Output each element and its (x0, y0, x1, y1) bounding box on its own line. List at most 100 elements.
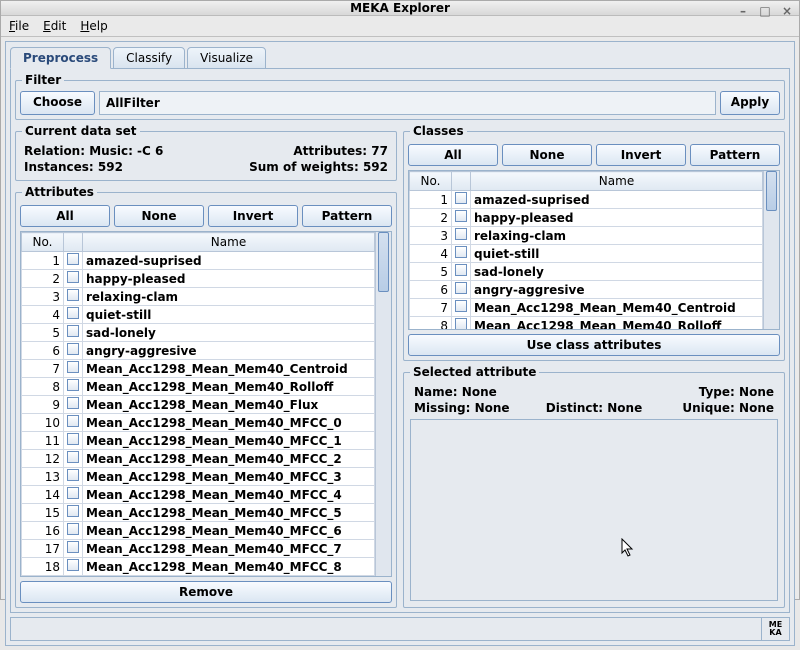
menu-help[interactable]: Help (80, 19, 107, 33)
row-checkbox[interactable] (67, 523, 79, 535)
row-checkbox[interactable] (455, 300, 467, 312)
row-number: 5 (22, 324, 64, 342)
menu-file[interactable]: File (9, 19, 29, 33)
tab-preprocess[interactable]: Preprocess (10, 47, 111, 69)
class-pattern-button[interactable]: Pattern (690, 144, 780, 166)
attr-col-check[interactable] (64, 233, 83, 252)
row-checkbox[interactable] (455, 318, 467, 329)
class-col-name[interactable]: Name (471, 172, 763, 191)
row-checkbox[interactable] (67, 469, 79, 481)
table-row[interactable]: 8Mean_Acc1298_Mean_Mem40_Rolloff (22, 378, 375, 396)
attributes-fieldset: Attributes All None Invert Pattern (15, 185, 397, 608)
row-number: 12 (22, 450, 64, 468)
tab-classify[interactable]: Classify (113, 47, 185, 69)
row-checkbox[interactable] (67, 559, 79, 571)
table-row[interactable]: 6angry-aggresive (22, 342, 375, 360)
table-row[interactable]: 7 Mean_Acc1298_Mean_Mem40_Centroid (22, 360, 375, 378)
attr-all-button[interactable]: All (20, 205, 110, 227)
class-col-check[interactable] (452, 172, 471, 191)
table-row[interactable]: 6angry-aggresive (410, 281, 763, 299)
apply-button[interactable]: Apply (720, 91, 780, 115)
row-name: Mean_Acc1298_Mean_Mem40_Rolloff (83, 378, 375, 396)
table-row[interactable]: 7Mean_Acc1298_Mean_Mem40_Centroid (410, 299, 763, 317)
row-checkbox[interactable] (455, 210, 467, 222)
table-row[interactable]: 13Mean_Acc1298_Mean_Mem40_MFCC_3 (22, 468, 375, 486)
row-name: quiet-still (83, 306, 375, 324)
row-checkbox[interactable] (455, 192, 467, 204)
row-checkbox-cell (64, 540, 83, 558)
row-checkbox[interactable] (67, 487, 79, 499)
table-row[interactable]: 5sad-lonely (22, 324, 375, 342)
tab-visualize[interactable]: Visualize (187, 47, 266, 69)
table-row[interactable]: 3relaxing-clam (22, 288, 375, 306)
table-row[interactable]: 17Mean_Acc1298_Mean_Mem40_MFCC_7 (22, 540, 375, 558)
row-name: Mean_Acc1298_Mean_Mem40_Centroid (83, 360, 375, 378)
table-row[interactable]: 5sad-lonely (410, 263, 763, 281)
table-row[interactable]: 14Mean_Acc1298_Mean_Mem40_MFCC_4 (22, 486, 375, 504)
table-row[interactable]: 15Mean_Acc1298_Mean_Mem40_MFCC_5 (22, 504, 375, 522)
row-checkbox[interactable] (455, 282, 467, 294)
row-checkbox-cell (64, 450, 83, 468)
attr-invert-button[interactable]: Invert (208, 205, 298, 227)
table-row[interactable]: 10Mean_Acc1298_Mean_Mem40_MFCC_0 (22, 414, 375, 432)
row-name: happy-pleased (83, 270, 375, 288)
row-checkbox[interactable] (67, 451, 79, 463)
row-checkbox[interactable] (67, 289, 79, 301)
row-checkbox[interactable] (67, 325, 79, 337)
menu-edit[interactable]: Edit (43, 19, 66, 33)
table-row[interactable]: 1amazed-suprised (410, 191, 763, 209)
attr-pattern-button[interactable]: Pattern (302, 205, 392, 227)
row-checkbox[interactable] (67, 361, 79, 373)
table-row[interactable]: 2happy-pleased (410, 209, 763, 227)
row-checkbox-cell (64, 270, 83, 288)
row-checkbox[interactable] (67, 307, 79, 319)
row-checkbox[interactable] (455, 228, 467, 240)
attr-col-no[interactable]: No. (22, 233, 64, 252)
attributes-scrollbar[interactable] (375, 232, 391, 576)
table-row[interactable]: 4quiet-still (22, 306, 375, 324)
class-all-button[interactable]: All (408, 144, 498, 166)
row-checkbox[interactable] (67, 397, 79, 409)
attr-col-name[interactable]: Name (83, 233, 375, 252)
table-row[interactable]: 2happy-pleased (22, 270, 375, 288)
classes-scrollbar[interactable] (763, 171, 779, 329)
attr-none-button[interactable]: None (114, 205, 204, 227)
filter-name-field[interactable]: AllFilter (99, 91, 716, 115)
choose-button[interactable]: Choose (20, 91, 95, 115)
table-row[interactable]: 11Mean_Acc1298_Mean_Mem40_MFCC_1 (22, 432, 375, 450)
window-title: MEKA Explorer (350, 1, 450, 15)
row-checkbox[interactable] (67, 433, 79, 445)
row-checkbox[interactable] (455, 264, 467, 276)
row-checkbox[interactable] (67, 271, 79, 283)
row-number: 7 (22, 360, 64, 378)
class-invert-button[interactable]: Invert (596, 144, 686, 166)
use-class-attributes-button[interactable]: Use class attributes (408, 334, 780, 356)
row-number: 2 (410, 209, 452, 227)
table-row[interactable]: 12Mean_Acc1298_Mean_Mem40_MFCC_2 (22, 450, 375, 468)
right-column: Classes All None Invert Pattern (401, 122, 787, 610)
table-row[interactable]: 3relaxing-clam (410, 227, 763, 245)
maximize-icon[interactable]: □ (757, 3, 773, 19)
class-col-no[interactable]: No. (410, 172, 452, 191)
minimize-icon[interactable]: – (735, 3, 751, 19)
table-row[interactable]: 4quiet-still (410, 245, 763, 263)
row-checkbox[interactable] (67, 541, 79, 553)
row-checkbox[interactable] (67, 253, 79, 265)
row-checkbox-cell (452, 281, 471, 299)
table-row[interactable]: 18Mean_Acc1298_Mean_Mem40_MFCC_8 (22, 558, 375, 576)
close-icon[interactable]: × (779, 3, 795, 19)
row-name: Mean_Acc1298_Mean_Mem40_Flux (83, 396, 375, 414)
selected-attribute-legend: Selected attribute (410, 365, 539, 379)
row-checkbox[interactable] (67, 343, 79, 355)
row-checkbox[interactable] (67, 505, 79, 517)
meka-logo-icon[interactable]: MEKA (761, 618, 789, 640)
row-number: 15 (22, 504, 64, 522)
table-row[interactable]: 16Mean_Acc1298_Mean_Mem40_MFCC_6 (22, 522, 375, 540)
row-checkbox[interactable] (67, 379, 79, 391)
table-row[interactable]: 1amazed-suprised (22, 252, 375, 270)
row-checkbox[interactable] (67, 415, 79, 427)
class-none-button[interactable]: None (502, 144, 592, 166)
table-row[interactable]: 8Mean_Acc1298_Mean_Mem40_Rolloff (410, 317, 763, 330)
table-row[interactable]: 9Mean_Acc1298_Mean_Mem40_Flux (22, 396, 375, 414)
row-checkbox[interactable] (455, 246, 467, 258)
